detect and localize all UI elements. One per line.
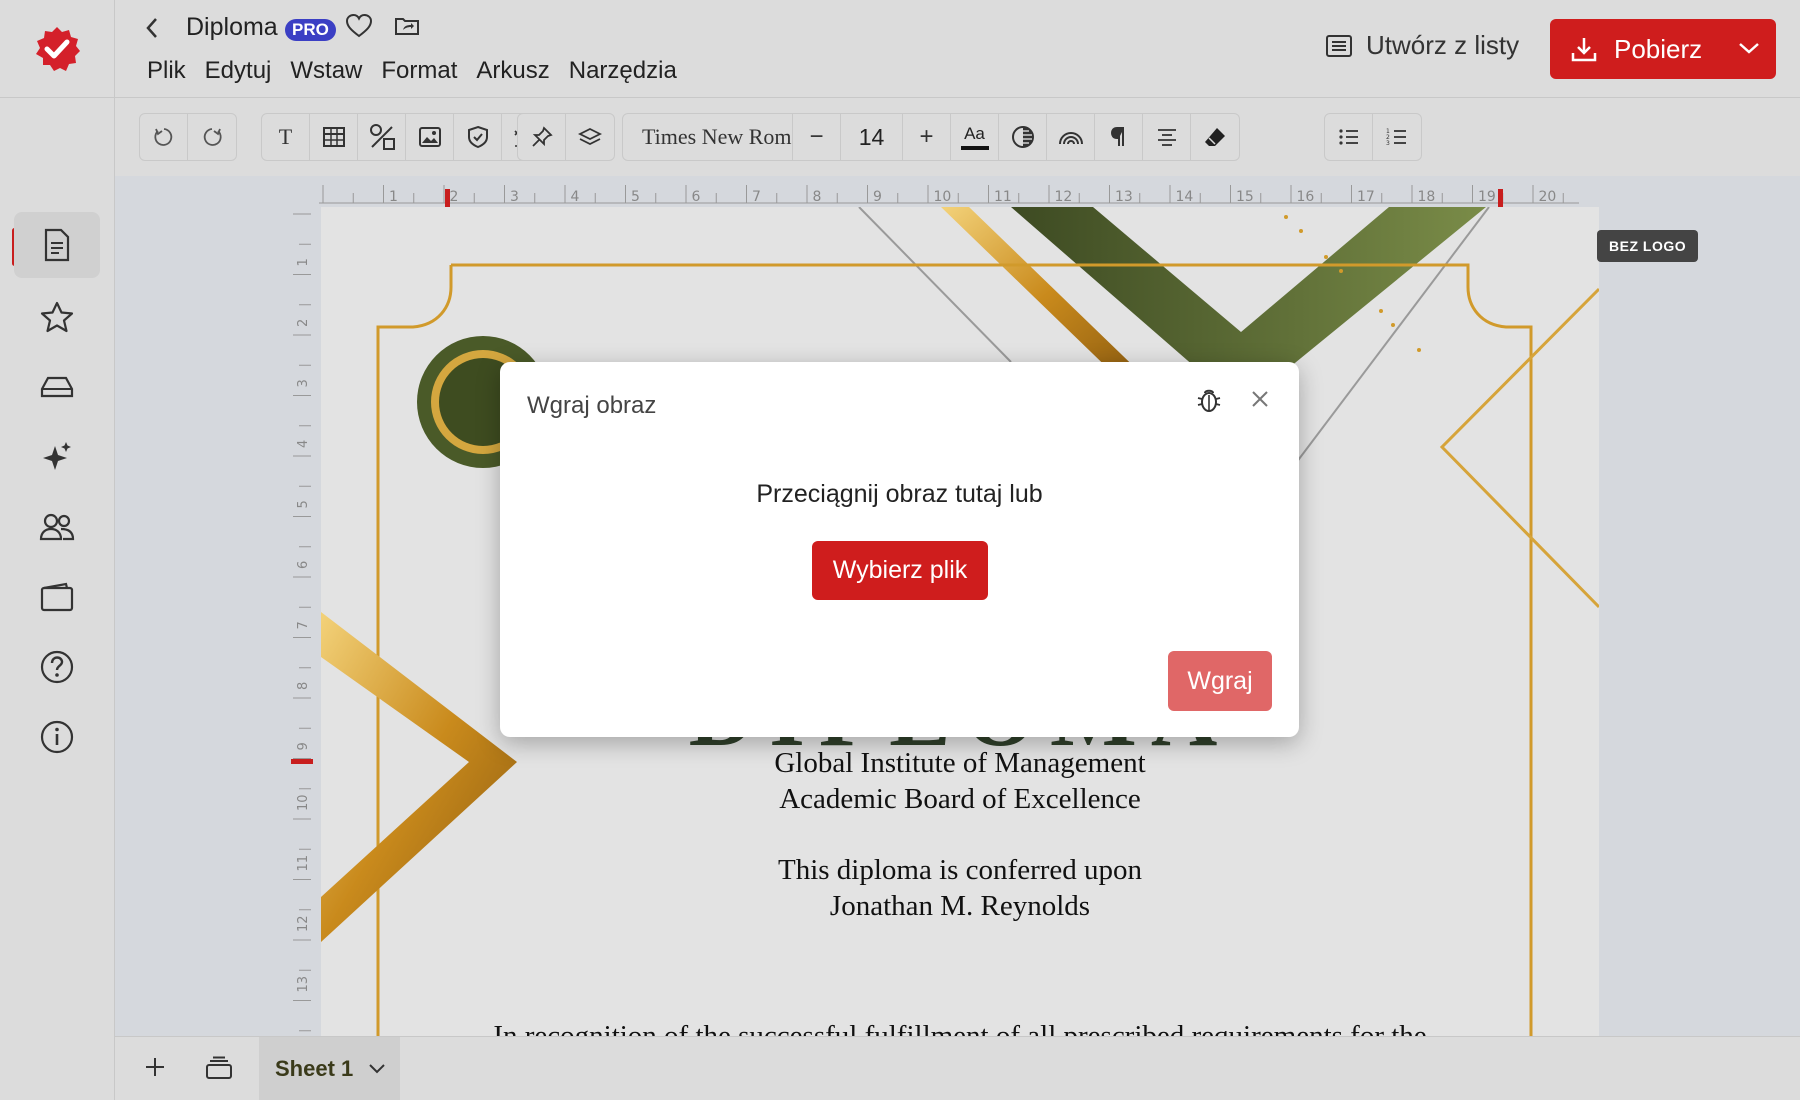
upload-button[interactable]: Wgraj [1168, 651, 1272, 711]
close-icon [1252, 391, 1268, 407]
choose-file-button[interactable]: Wybierz plik [812, 541, 988, 600]
drop-zone-text[interactable]: Przeciągnij obraz tutaj lub [500, 480, 1299, 509]
dialog-title: Wgraj obraz [527, 392, 657, 419]
bug-icon [1197, 389, 1221, 412]
upload-image-dialog: Wgraj obraz Przeciągnij obraz tutaj lub … [500, 362, 1299, 737]
close-dialog-button[interactable] [1249, 388, 1271, 415]
modal-overlay: Wgraj obraz Przeciągnij obraz tutaj lub … [0, 0, 1800, 1100]
report-bug-button[interactable] [1196, 386, 1222, 419]
